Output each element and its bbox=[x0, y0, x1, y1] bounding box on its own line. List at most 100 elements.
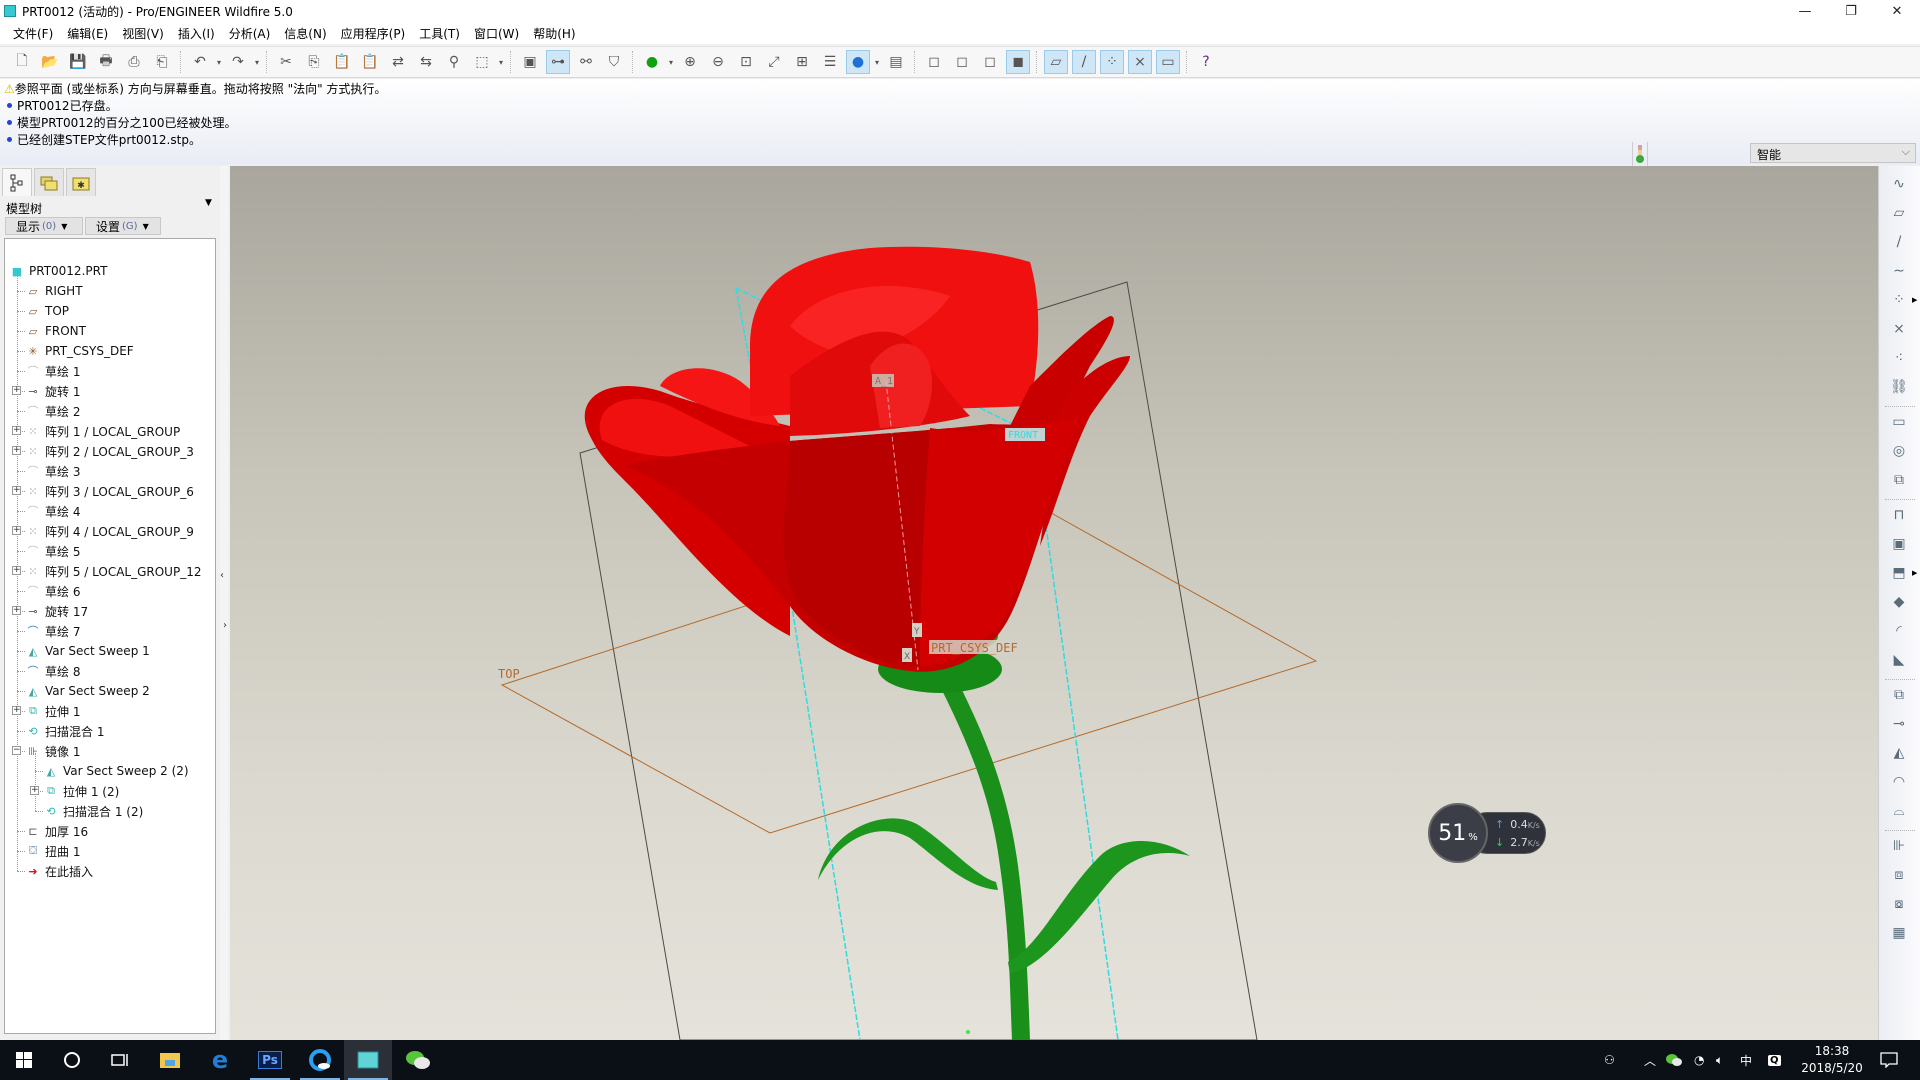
regen-status-icon[interactable] bbox=[1632, 142, 1648, 166]
dropdown-arrow-icon[interactable]: ▾ bbox=[252, 58, 262, 67]
tree-node[interactable]: ⛋ 扭曲 1 bbox=[5, 841, 215, 861]
expand-icon[interactable]: + bbox=[12, 566, 21, 575]
flyout-arrow-icon[interactable]: ▶ bbox=[1912, 296, 1917, 304]
show-button[interactable]: 显示 (0) ▼ bbox=[5, 217, 83, 235]
datum-plane-tool-icon[interactable]: ▱ bbox=[1887, 201, 1911, 225]
dropdown-arrow-icon[interactable]: ▾ bbox=[666, 58, 676, 67]
reorient-icon[interactable]: ⤢ bbox=[762, 50, 786, 74]
wechat-icon[interactable] bbox=[394, 1040, 442, 1080]
expand-icon[interactable]: + bbox=[12, 446, 21, 455]
regen-manager-icon[interactable]: ⇆ bbox=[414, 50, 438, 74]
expand-icon[interactable]: + bbox=[12, 526, 21, 535]
rib-tool-icon[interactable]: ⬒ bbox=[1887, 561, 1911, 585]
photoshop-icon[interactable]: Ps bbox=[246, 1040, 294, 1080]
network-monitor-widget[interactable]: ↑ 0.4K/s ↓ 2.7K/s 51% bbox=[1428, 800, 1548, 866]
settings-button[interactable]: 设置 (G) ▼ bbox=[85, 217, 161, 235]
tree-node[interactable]: ▱ RIGHT bbox=[5, 281, 215, 301]
expand-icon[interactable]: + bbox=[12, 426, 21, 435]
file-explorer-icon[interactable] bbox=[146, 1040, 194, 1080]
display-style-icon[interactable]: ● bbox=[846, 50, 870, 74]
csys-display-icon[interactable]: ⨯ bbox=[1128, 50, 1152, 74]
cut-icon[interactable]: ✂ bbox=[274, 50, 298, 74]
expand-arrow-icon[interactable]: › bbox=[223, 620, 227, 631]
tree-node[interactable]: ⌒ 草绘 8 bbox=[5, 661, 215, 681]
paste-icon[interactable]: 📋 bbox=[330, 50, 354, 74]
print-icon[interactable]: 🖶 bbox=[94, 50, 118, 74]
tree-node[interactable]: ⌒ 草绘 5 bbox=[5, 541, 215, 561]
refit-icon[interactable]: ⊡ bbox=[734, 50, 758, 74]
tree-node[interactable]: ◭ Var Sect Sweep 2 (2) bbox=[5, 761, 215, 781]
menu-insert[interactable]: 插入(I) bbox=[171, 25, 222, 42]
datum-curve-tool-icon[interactable]: ∼ bbox=[1887, 259, 1911, 283]
analysis-feature-icon[interactable]: ⁖ bbox=[1887, 346, 1911, 370]
tree-node[interactable]: − ⊪ 镜像 1 bbox=[5, 741, 215, 761]
tree-node[interactable]: ⌒ 草绘 6 bbox=[5, 581, 215, 601]
tree-node[interactable]: + ⧉ 拉伸 1 bbox=[5, 701, 215, 721]
undo-icon[interactable]: ↶ bbox=[188, 50, 212, 74]
send-mail-attach-icon[interactable]: ⎗ bbox=[150, 50, 174, 74]
collapse-icon[interactable]: − bbox=[12, 746, 21, 755]
layers-icon[interactable]: ☰ bbox=[818, 50, 842, 74]
menu-edit[interactable]: 编辑(E) bbox=[60, 25, 115, 42]
expand-icon[interactable]: + bbox=[12, 486, 21, 495]
start-icon[interactable] bbox=[0, 1040, 48, 1080]
tree-node[interactable]: ➜ 在此插入 bbox=[5, 861, 215, 881]
tree-node[interactable]: + ⁙ 阵列 3 / LOCAL_GROUP_6 bbox=[5, 481, 215, 501]
tree-node[interactable]: + ⁙ 阵列 2 / LOCAL_GROUP_3 bbox=[5, 441, 215, 461]
menu-view[interactable]: 视图(V) bbox=[115, 25, 171, 42]
tree-node[interactable]: ◭ Var Sect Sweep 2 bbox=[5, 681, 215, 701]
find-icon[interactable]: ⚲ bbox=[442, 50, 466, 74]
tree-node[interactable]: + ⁙ 阵列 5 / LOCAL_GROUP_12 bbox=[5, 561, 215, 581]
menu-window[interactable]: 窗口(W) bbox=[467, 25, 526, 42]
people-icon[interactable]: ⚇ bbox=[1604, 1040, 1615, 1080]
menu-help[interactable]: 帮助(H) bbox=[526, 25, 582, 42]
panel-menu-arrow-icon[interactable]: ▼ bbox=[205, 198, 212, 208]
save-icon[interactable]: 💾 bbox=[66, 50, 90, 74]
pattern-tool-icon[interactable]: ▦ bbox=[1887, 921, 1911, 945]
tree-node[interactable]: + ⊸ 旋转 1 bbox=[5, 381, 215, 401]
sketch-layout-icon[interactable]: ⧉ bbox=[1887, 468, 1911, 492]
expand-icon[interactable]: + bbox=[12, 606, 21, 615]
repaint-icon[interactable]: ▣ bbox=[518, 50, 542, 74]
volume-icon[interactable]: 🔈︎ bbox=[1716, 1040, 1723, 1080]
chamfer-tool-icon[interactable]: ◣ bbox=[1887, 648, 1911, 672]
view-manager-icon[interactable]: ⊞ bbox=[790, 50, 814, 74]
wireframe-icon[interactable]: ◻ bbox=[922, 50, 946, 74]
tree-node[interactable]: ⊏ 加厚 16 bbox=[5, 821, 215, 841]
datum-axis-tool-icon[interactable]: / bbox=[1887, 230, 1911, 254]
style-tool-icon[interactable]: ⌓ bbox=[1887, 799, 1911, 823]
open-icon[interactable]: 📂 bbox=[38, 50, 62, 74]
tree-node[interactable]: ■ PRT0012.PRT bbox=[5, 261, 215, 281]
csys-tool-icon[interactable]: ⨯ bbox=[1887, 317, 1911, 341]
tree-node[interactable]: ⟲ 扫描混合 1 bbox=[5, 721, 215, 741]
action-center-icon[interactable] bbox=[1880, 1040, 1898, 1080]
datum-ref-icon[interactable]: ⛓ bbox=[1887, 375, 1911, 399]
tree-node[interactable]: ▱ FRONT bbox=[5, 321, 215, 341]
tree-node[interactable]: ✳ PRT_CSYS_DEF bbox=[5, 341, 215, 361]
copy-icon[interactable]: ⎘ bbox=[302, 50, 326, 74]
expand-icon[interactable]: + bbox=[30, 786, 39, 795]
qq-input-icon[interactable]: Q bbox=[1768, 1040, 1781, 1080]
paste-special-icon[interactable]: 📋 bbox=[358, 50, 382, 74]
wifi-icon[interactable]: ◔ bbox=[1694, 1040, 1704, 1080]
tab-folder-browser[interactable] bbox=[34, 168, 64, 196]
select-box-icon[interactable]: ⬚ bbox=[470, 50, 494, 74]
spin-center-icon[interactable]: ⊶ bbox=[546, 50, 570, 74]
tree-node[interactable]: ⌒ 草绘 3 bbox=[5, 461, 215, 481]
dropdown-arrow-icon[interactable]: ▾ bbox=[496, 58, 506, 67]
tree-node[interactable]: ◭ Var Sect Sweep 1 bbox=[5, 641, 215, 661]
boundary-blend-tool-icon[interactable]: ◠ bbox=[1887, 770, 1911, 794]
search-icon[interactable] bbox=[48, 1040, 96, 1080]
sketch-tool-icon[interactable]: ▭ bbox=[1887, 410, 1911, 434]
menu-tools[interactable]: 工具(T) bbox=[412, 25, 467, 42]
tree-node[interactable]: + ⁙ 阵列 1 / LOCAL_GROUP bbox=[5, 421, 215, 441]
panel-splitter[interactable]: ‹ › bbox=[220, 166, 228, 1040]
regenerate-icon[interactable]: ⇄ bbox=[386, 50, 410, 74]
dropdown-arrow-icon[interactable]: ▾ bbox=[214, 58, 224, 67]
tree-node[interactable]: ⌒ 草绘 2 bbox=[5, 401, 215, 421]
close-button[interactable]: ✕ bbox=[1874, 0, 1920, 22]
shell-tool-icon[interactable]: ▣ bbox=[1887, 532, 1911, 556]
appearance-icon[interactable]: ● bbox=[640, 50, 664, 74]
datum-point-tool-icon[interactable]: ⁘ bbox=[1887, 288, 1911, 312]
selection-filter-select[interactable]: 智能 ⌵ bbox=[1750, 143, 1916, 163]
